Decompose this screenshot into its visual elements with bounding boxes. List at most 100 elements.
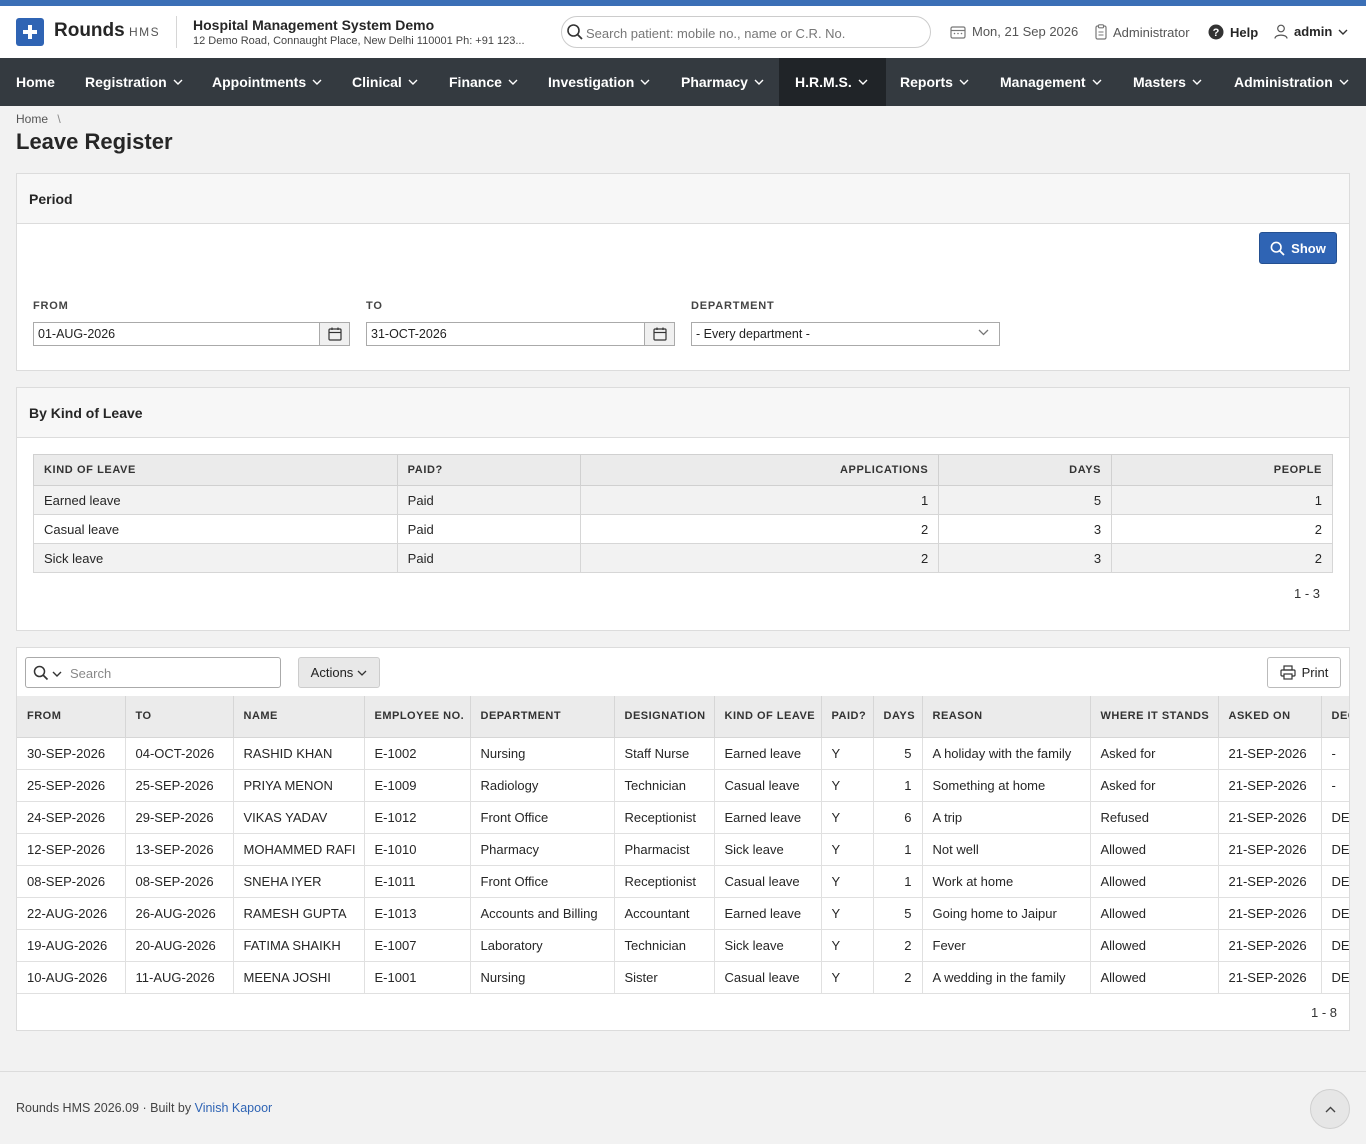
- column-header[interactable]: WHERE IT STANDS: [1090, 696, 1219, 738]
- column-header[interactable]: REASON: [922, 696, 1091, 738]
- patient-search-input[interactable]: [586, 23, 916, 43]
- table-cell: Work at home: [922, 865, 1091, 898]
- table-row[interactable]: 19-AUG-2026 20-AUG-2026 FATIMA SHAIKH E-…: [17, 929, 1349, 962]
- actions-button[interactable]: Actions: [298, 657, 380, 688]
- nav-home[interactable]: Home: [16, 58, 55, 106]
- column-header[interactable]: DAYS: [873, 696, 923, 738]
- nav-registration[interactable]: Registration: [85, 58, 183, 106]
- table-row[interactable]: 24-SEP-2026 29-SEP-2026 VIKAS YADAV E-10…: [17, 801, 1349, 834]
- logo-icon[interactable]: [16, 18, 44, 46]
- column-header[interactable]: FROM: [17, 696, 126, 738]
- table-row[interactable]: 12-SEP-2026 13-SEP-2026 MOHAMMED RAFI E-…: [17, 833, 1349, 866]
- table-cell: E-1010: [364, 833, 471, 866]
- nav-hrms[interactable]: H.R.M.S.: [779, 58, 886, 106]
- table-cell: MOHAMMED RAFI: [233, 833, 365, 866]
- brand-name[interactable]: Rounds: [54, 20, 125, 42]
- from-calendar-button[interactable]: [319, 322, 350, 346]
- breadcrumb-home[interactable]: Home: [16, 112, 48, 126]
- table-row[interactable]: 25-SEP-2026 25-SEP-2026 PRIYA MENON E-10…: [17, 769, 1349, 802]
- table-cell: RAMESH GUPTA: [233, 897, 365, 930]
- table-cell: E-1012: [364, 801, 471, 834]
- chevron-down-icon: [978, 329, 989, 336]
- chevron-down-icon: [1192, 79, 1202, 85]
- help-link[interactable]: ? Help: [1208, 24, 1258, 40]
- to-date-input[interactable]: 31-OCT-2026: [366, 322, 645, 346]
- table-cell: 25-SEP-2026: [17, 769, 126, 802]
- column-header[interactable]: EMPLOYEE NO.: [364, 696, 471, 738]
- table-row[interactable]: 08-SEP-2026 08-SEP-2026 SNEHA IYER E-101…: [17, 865, 1349, 898]
- nav-pharmacy[interactable]: Pharmacy: [681, 58, 764, 106]
- table-cell: Front Office: [470, 801, 615, 834]
- column-header[interactable]: ASKED ON: [1218, 696, 1322, 738]
- table-cell: 3: [938, 514, 1113, 544]
- department-label: DEPARTMENT: [691, 300, 775, 312]
- patient-search[interactable]: [561, 16, 931, 48]
- table-cell: 24-SEP-2026: [17, 801, 126, 834]
- table-row[interactable]: 10-AUG-2026 11-AUG-2026 MEENA JOSHI E-10…: [17, 961, 1349, 994]
- table-cell: Receptionist: [614, 865, 715, 898]
- table-cell: 5: [873, 897, 923, 930]
- register-table-scroll[interactable]: FROM TO NAME EMPLOYEE NO. DEPARTMENT DES…: [17, 696, 1349, 994]
- nav-finance[interactable]: Finance: [449, 58, 518, 106]
- search-icon: [566, 23, 584, 44]
- table-cell: Paid: [396, 543, 581, 573]
- column-header[interactable]: KIND OF LEAVE: [33, 454, 398, 486]
- table-cell: Y: [821, 897, 874, 930]
- scroll-to-top-button[interactable]: [1310, 1089, 1350, 1129]
- table-cell: E-1011: [364, 865, 471, 898]
- column-header[interactable]: DAYS: [938, 454, 1113, 486]
- chevron-down-icon: [754, 79, 764, 85]
- column-header[interactable]: DESIGNATION: [614, 696, 715, 738]
- role-switch[interactable]: Administrator: [1095, 24, 1190, 40]
- table-cell: Pharmacy: [470, 833, 615, 866]
- table-cell: 30-SEP-2026: [17, 737, 126, 770]
- column-header[interactable]: DEPARTMENT: [470, 696, 615, 738]
- current-date: Mon, 21 Sep 2026: [950, 24, 1078, 39]
- chevron-down-icon[interactable]: [52, 671, 62, 677]
- nav-appointments-label: Appointments: [212, 74, 307, 90]
- column-header[interactable]: APPLICATIONS: [579, 454, 940, 486]
- table-cell: Y: [821, 769, 874, 802]
- nav-clinical[interactable]: Clinical: [352, 58, 418, 106]
- column-header[interactable]: KIND OF LEAVE: [714, 696, 822, 738]
- nav-management[interactable]: Management: [1000, 58, 1102, 106]
- calendar-icon: [950, 25, 966, 39]
- by-kind-pager: 1 - 3: [1294, 586, 1321, 601]
- table-cell: 2: [579, 514, 940, 544]
- table-cell: E-1013: [364, 897, 471, 930]
- table-cell: 19-AUG-2026: [17, 929, 126, 962]
- column-header[interactable]: TO: [125, 696, 234, 738]
- table-cell: Technician: [614, 769, 715, 802]
- table-row[interactable]: 22-AUG-2026 26-AUG-2026 RAMESH GUPTA E-1…: [17, 897, 1349, 930]
- column-header[interactable]: PEOPLE: [1111, 454, 1333, 486]
- column-header[interactable]: PAID?: [396, 454, 581, 486]
- user-menu[interactable]: admin: [1274, 24, 1348, 39]
- table-cell: 11-AUG-2026: [125, 961, 234, 994]
- table-cell: DE: [1321, 865, 1349, 898]
- print-button[interactable]: Print: [1267, 657, 1341, 688]
- nav-masters[interactable]: Masters: [1133, 58, 1202, 106]
- table-cell: DE: [1321, 833, 1349, 866]
- nav-investigation[interactable]: Investigation: [548, 58, 650, 106]
- department-select[interactable]: - Every department -: [691, 322, 1000, 346]
- table-cell: A trip: [922, 801, 1091, 834]
- nav-appointments[interactable]: Appointments: [212, 58, 322, 106]
- from-date-input[interactable]: 01-AUG-2026: [33, 322, 320, 346]
- table-cell: Asked for: [1090, 737, 1219, 770]
- chevron-down-icon: [357, 670, 367, 676]
- footer-author-link[interactable]: Vinish Kapoor: [195, 1101, 273, 1115]
- show-button[interactable]: Show: [1259, 232, 1337, 264]
- nav-reports[interactable]: Reports: [900, 58, 969, 106]
- column-header[interactable]: NAME: [233, 696, 365, 738]
- hospital-name: Hospital Management System Demo: [193, 17, 435, 33]
- column-header[interactable]: PAID?: [821, 696, 874, 738]
- register-search-input[interactable]: [70, 664, 270, 682]
- to-calendar-button[interactable]: [644, 322, 675, 346]
- nav-administration[interactable]: Administration: [1234, 58, 1349, 106]
- table-cell: 20-AUG-2026: [125, 929, 234, 962]
- table-cell: Casual leave: [33, 514, 398, 544]
- table-cell: 12-SEP-2026: [17, 833, 126, 866]
- column-header[interactable]: DECIDED BY: [1321, 696, 1349, 738]
- register-search[interactable]: [25, 657, 281, 688]
- table-row[interactable]: 30-SEP-2026 04-OCT-2026 RASHID KHAN E-10…: [17, 737, 1349, 770]
